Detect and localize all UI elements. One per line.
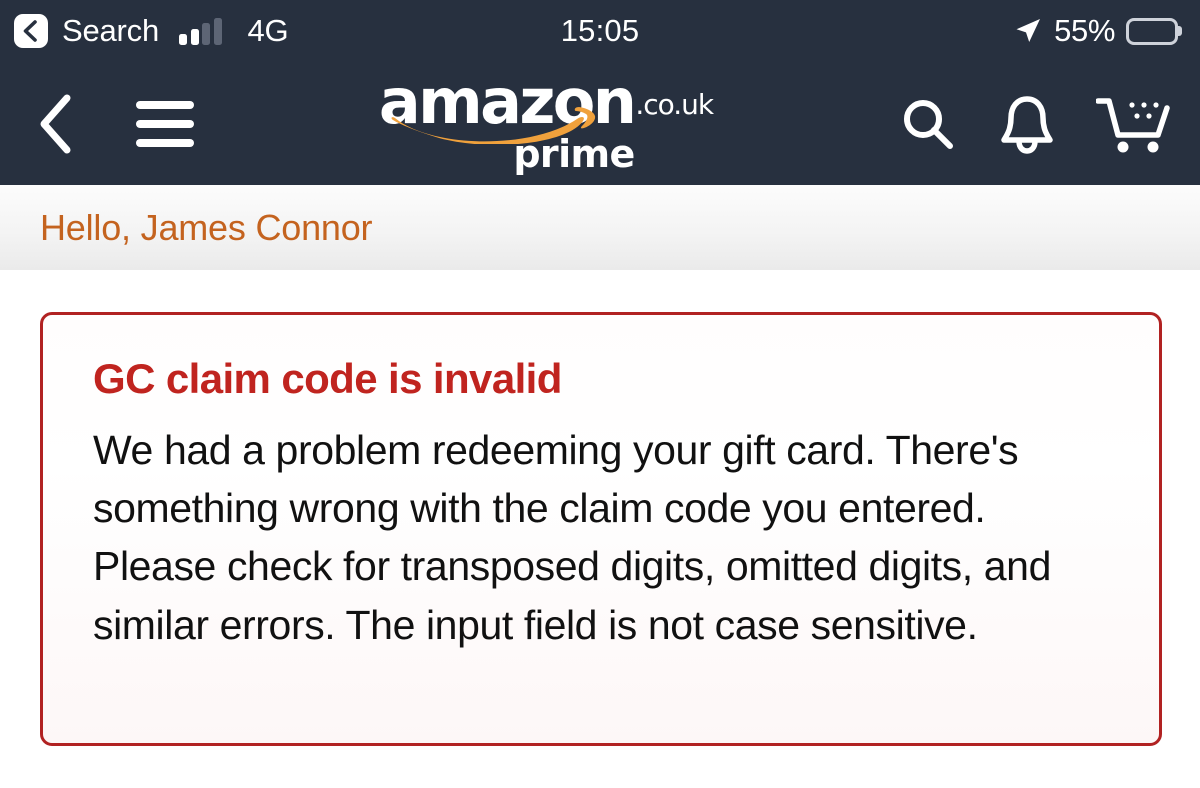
cart-button[interactable] [1096,92,1170,156]
search-button[interactable] [898,94,958,154]
error-alert-title: GC claim code is invalid [93,355,562,402]
location-arrow-icon [1016,19,1041,42]
greeting-text: Hello, James Connor [40,206,373,248]
error-alert-box: GC claim code is invalid We had a proble… [40,312,1162,746]
ios-status-bar: Search 4G 15:05 55% [0,0,1200,62]
status-bar-right: 55% [1013,13,1178,49]
battery-percent-label: 55% [1054,13,1115,48]
greeting-bar: Hello, James Connor [0,185,1200,270]
battery-icon [1126,17,1178,45]
amazon-logo[interactable]: amazon .co.uk prime [194,64,898,177]
amazon-prime-label: prime [513,132,635,177]
cellular-signal-icon [179,17,222,45]
status-back-chip[interactable] [14,14,48,48]
hamburger-menu-icon[interactable] [136,100,194,147]
nav-bar-left [34,93,194,155]
status-bar-left: Search 4G [14,13,289,49]
chevron-left-icon [23,20,37,42]
bell-icon [1001,95,1053,154]
nav-back-button[interactable] [34,93,80,155]
notifications-button[interactable] [998,93,1056,155]
amazon-nav-bar: amazon .co.uk prime [0,62,1200,185]
amazon-wordmark: amazon [378,64,637,138]
search-icon [904,99,953,149]
carrier-label: 4G [247,13,289,48]
amazon-tld-label: .co.uk [635,88,714,122]
shopping-cart-icon [1096,97,1170,152]
amazon-logo-row: amazon .co.uk [378,64,714,145]
nav-bar-right [898,92,1170,156]
status-back-label[interactable]: Search [62,13,159,49]
page-content: GC claim code is invalid We had a proble… [0,270,1200,788]
error-alert-body: We had a problem redeeming your gift car… [93,427,1051,648]
chevron-left-icon [40,94,71,153]
